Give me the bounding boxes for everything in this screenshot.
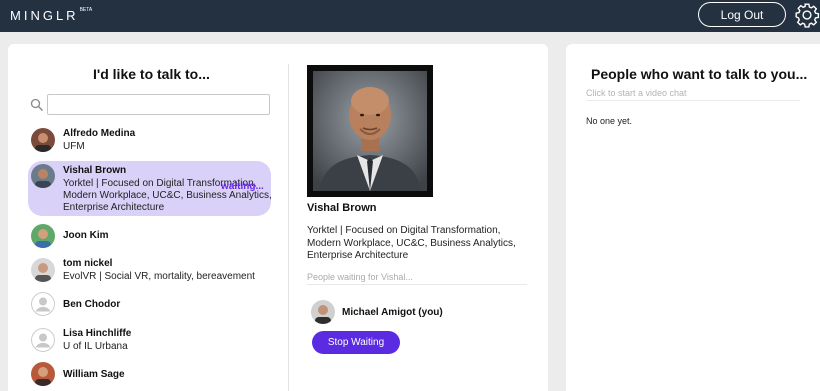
user-list-item[interactable]: William Sage xyxy=(28,362,271,388)
user-name: Ben Chodor xyxy=(63,299,121,310)
user-list-item[interactable]: Joon Kim xyxy=(28,224,271,250)
user-subtitle: UFM xyxy=(63,141,85,152)
talk-to-panel: I'd like to talk to... Alfredo Medina UF… xyxy=(8,44,548,391)
user-name: William Sage xyxy=(63,369,125,380)
top-bar: MINGLRBETA Log Out xyxy=(0,0,820,32)
user-subtitle: Enterprise Architecture xyxy=(63,202,165,213)
avatar xyxy=(31,224,55,248)
waiting-list-label: People waiting for Vishal... xyxy=(307,272,413,282)
gear-icon[interactable] xyxy=(794,2,820,28)
divider xyxy=(586,100,800,101)
logout-button[interactable]: Log Out xyxy=(698,2,786,27)
selected-user-description: Yorktel | Focused on Digital Transformat… xyxy=(307,225,516,261)
avatar xyxy=(311,300,335,324)
app-logo[interactable]: MINGLRBETA xyxy=(10,7,93,23)
user-list-item[interactable]: tom nickel EvolVR | Social VR, mortality… xyxy=(28,257,271,285)
beta-badge: BETA xyxy=(79,7,93,13)
avatar xyxy=(31,164,55,188)
search-icon xyxy=(30,98,43,111)
video-chat-hint: Click to start a video chat xyxy=(586,88,687,98)
user-name: tom nickel xyxy=(63,258,113,269)
incoming-requests-panel: People who want to talk to you... Click … xyxy=(566,44,820,391)
empty-state: No one yet. xyxy=(586,116,633,126)
user-subtitle: EvolVR | Social VR, mortality, bereaveme… xyxy=(63,271,255,282)
avatar xyxy=(31,362,55,386)
profile-photo xyxy=(307,65,433,197)
user-name: Alfredo Medina xyxy=(63,128,136,139)
user-list-item[interactable]: Ben Chodor xyxy=(28,292,271,318)
user-subtitle: U of IL Urbana xyxy=(63,341,128,352)
selected-user-name: Vishal Brown xyxy=(307,202,377,214)
search-input[interactable] xyxy=(47,94,270,115)
logo-text: MINGLR xyxy=(10,8,79,23)
avatar xyxy=(31,128,55,152)
avatar-placeholder-icon xyxy=(31,328,55,352)
divider xyxy=(307,284,527,285)
user-name: Lisa Hinchliffe xyxy=(63,328,132,339)
panel-divider xyxy=(288,64,289,391)
waiting-status: waiting... xyxy=(221,181,264,192)
panel-title: People who want to talk to you... xyxy=(591,66,808,82)
user-name: Joon Kim xyxy=(63,230,109,241)
waiting-user-name: Michael Amigot (you) xyxy=(342,307,443,318)
avatar xyxy=(31,258,55,282)
stop-waiting-button[interactable]: Stop Waiting xyxy=(312,331,400,354)
panel-title: I'd like to talk to... xyxy=(93,66,210,82)
user-list-item[interactable]: Alfredo Medina UFM xyxy=(28,126,271,156)
user-list-item-selected[interactable]: Vishal Brown Yorktel | Focused on Digita… xyxy=(28,161,272,216)
user-list-item[interactable]: Lisa Hinchliffe U of IL Urbana xyxy=(28,327,271,355)
avatar-placeholder-icon xyxy=(31,292,55,316)
user-name: Vishal Brown xyxy=(63,165,127,176)
